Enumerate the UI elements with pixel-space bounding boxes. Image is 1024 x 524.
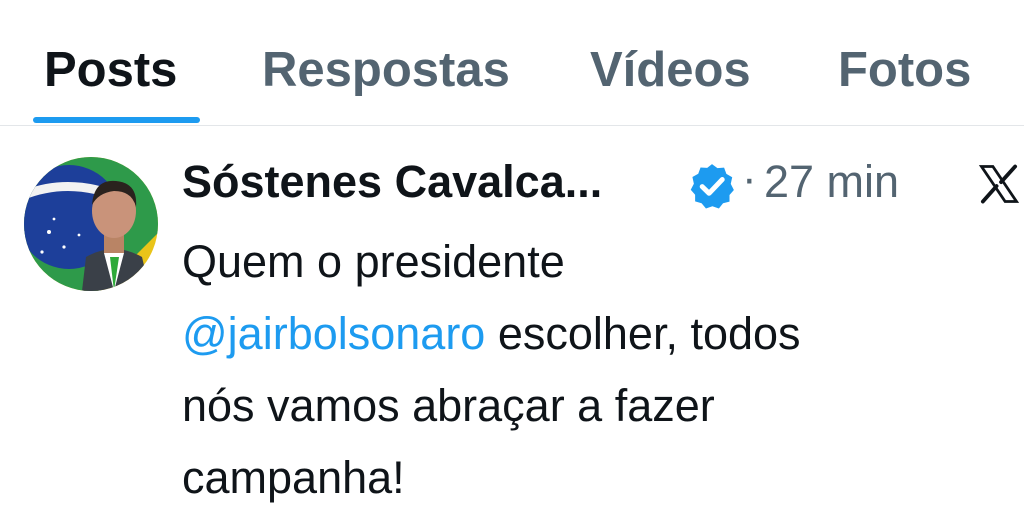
post-timestamp[interactable]: 27 min: [764, 156, 899, 208]
profile-tabs: Posts Respostas Vídeos Fotos: [0, 0, 1024, 125]
mention-link[interactable]: @jairbolsonaro: [182, 308, 485, 359]
post-text: Quem o presidente @jairbolsonaro escolhe…: [182, 226, 1002, 514]
avatar[interactable]: [24, 157, 158, 291]
tab-respostas[interactable]: Respostas: [262, 40, 510, 100]
separator-dot: ·: [742, 154, 757, 203]
post-text-line: nós vamos abraçar a fazer: [182, 380, 715, 431]
active-tab-indicator: [33, 117, 200, 123]
post-text-fragment: escolher, todos: [485, 308, 801, 359]
tabs-divider: [0, 125, 1024, 126]
post-text-line: Quem o presidente: [182, 236, 565, 287]
tab-videos[interactable]: Vídeos: [590, 40, 751, 100]
author-name[interactable]: Sóstenes Cavalca...: [182, 156, 602, 208]
tab-posts[interactable]: Posts: [44, 40, 177, 100]
verified-badge-icon: [690, 164, 734, 209]
x-logo-icon: [978, 164, 1020, 204]
post-text-line: campanha!: [182, 452, 405, 503]
avatar-image: [24, 157, 158, 291]
tab-fotos[interactable]: Fotos: [838, 40, 971, 100]
post-text-line: @jairbolsonaro escolher, todos: [182, 298, 1002, 370]
post-header: Sóstenes Cavalca... · 27 min: [182, 152, 1020, 216]
profile-timeline: Posts Respostas Vídeos Fotos Sóstenes Ca…: [0, 0, 1024, 524]
